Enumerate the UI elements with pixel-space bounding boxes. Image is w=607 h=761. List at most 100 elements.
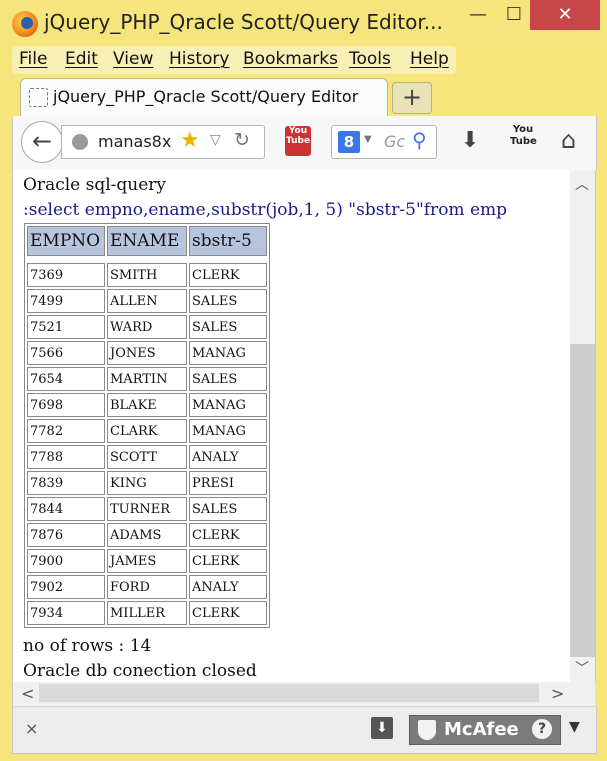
result-table: EMPNO ENAME sbstr-5 7369 SMITH CLERK 7499 AL… — [24, 223, 270, 628]
column-header: sbstr-5 — [189, 226, 267, 256]
search-bar[interactable]: 8 ▼ Gc ⚲ — [331, 125, 437, 159]
vertical-scrollbar[interactable]: ︿ ﹀ — [570, 170, 596, 682]
reload-icon[interactable]: ↻ — [234, 129, 250, 151]
table-row: 7654 MARTIN SALES — [27, 367, 267, 391]
table-cell: ALLEN — [107, 289, 187, 313]
table-row: 7698 BLAKE MANAG — [27, 393, 267, 417]
url-text[interactable]: manas8x — [98, 132, 171, 151]
page-icon — [29, 88, 48, 107]
table-row: 7900 JAMES CLERK — [27, 549, 267, 573]
new-tab-button[interactable]: + — [392, 82, 432, 114]
url-bar[interactable]: manas8x ★ ▽ ↻ — [61, 125, 265, 159]
close-window-button[interactable]: ✕ — [530, 0, 600, 30]
table-cell: 7934 — [27, 601, 105, 625]
menu-tools[interactable]: Tools — [349, 49, 391, 69]
menu-file[interactable]: File — [19, 49, 47, 69]
home-icon[interactable]: ⌂ — [561, 126, 576, 154]
table-cell: MANAG — [189, 419, 267, 443]
menu-bookmarks[interactable]: Bookmarks — [243, 49, 338, 69]
bookmark-star-icon[interactable]: ★ — [180, 128, 200, 153]
table-cell: FORD — [107, 575, 187, 599]
firefox-icon[interactable] — [12, 11, 38, 37]
table-cell: CLARK — [107, 419, 187, 443]
table-row: 7521 WARD SALES — [27, 315, 267, 339]
table-cell: 7900 — [27, 549, 105, 573]
table-cell: MANAG — [189, 341, 267, 365]
download-icon[interactable]: ⬇ — [461, 128, 479, 153]
table-row: 7876 ADAMS CLERK — [27, 523, 267, 547]
table-row: 7566 JONES MANAG — [27, 341, 267, 365]
table-cell: WARD — [107, 315, 187, 339]
table-cell: TURNER — [107, 497, 187, 521]
table-row: 7782 CLARK MANAG — [27, 419, 267, 443]
scroll-down-icon[interactable]: ﹀ — [575, 658, 589, 678]
menu-view[interactable]: View — [113, 49, 153, 69]
table-cell: MANAG — [189, 393, 267, 417]
table-header-row: EMPNO ENAME sbstr-5 — [27, 226, 267, 256]
table-cell: 7782 — [27, 419, 105, 443]
table-cell: BLAKE — [107, 393, 187, 417]
title-bar: jQuery_PHP_Qracle Scott/Query Editor... … — [0, 0, 607, 48]
table-cell: 7839 — [27, 471, 105, 495]
table-row: 7934 MILLER CLERK — [27, 601, 267, 625]
youtube-icon[interactable]: You Tube — [510, 124, 537, 156]
page-content: Oracle sql-query :select empno,ename,sub… — [12, 170, 571, 682]
menu-bar: File Edit View History Bookmarks Tools H… — [12, 46, 456, 74]
google-plus-icon[interactable]: 8 — [338, 131, 360, 153]
table-cell: CLERK — [189, 549, 267, 573]
table-cell: 7876 — [27, 523, 105, 547]
close-addon-bar-icon[interactable]: × — [25, 719, 38, 738]
table-cell: 7788 — [27, 445, 105, 469]
connection-closed-text: Oracle db conection closed — [23, 661, 257, 681]
back-button[interactable]: ← — [21, 121, 63, 163]
tab-title: jQuery_PHP_Qracle Scott/Query Editor — [53, 87, 359, 106]
window-title: jQuery_PHP_Qracle Scott/Query Editor... — [44, 10, 443, 34]
help-icon[interactable]: ? — [532, 719, 552, 739]
table-row: 7499 ALLEN SALES — [27, 289, 267, 313]
scroll-left-icon[interactable]: < — [21, 684, 34, 703]
scrollbar-thumb[interactable] — [570, 344, 595, 657]
scroll-right-icon[interactable]: > — [551, 684, 564, 703]
table-cell: CLERK — [189, 523, 267, 547]
search-input[interactable]: Gc — [384, 132, 405, 151]
scroll-up-icon[interactable]: ︿ — [575, 174, 589, 194]
search-engine-dropdown-icon[interactable]: ▼ — [364, 134, 372, 145]
header-gap — [27, 258, 267, 261]
mcafee-shield-icon — [418, 720, 436, 740]
scrollbar-corner — [570, 682, 595, 706]
table-cell: SALES — [189, 497, 267, 521]
table-cell: CLERK — [189, 263, 267, 287]
horizontal-scrollbar[interactable]: < > — [12, 682, 571, 706]
download-status-icon[interactable]: ⬇ — [371, 717, 393, 739]
menu-history[interactable]: History — [169, 49, 229, 69]
mcafee-button[interactable]: McAfee ? — [409, 715, 561, 745]
dropdown-arrow-icon[interactable]: ▼ — [569, 719, 580, 735]
column-header: ENAME — [107, 226, 187, 256]
row-count-text: no of rows : 14 — [23, 636, 152, 656]
table-cell: CLERK — [189, 601, 267, 625]
table-cell: SALES — [189, 367, 267, 391]
table-cell: SALES — [189, 315, 267, 339]
table-cell: SALES — [189, 289, 267, 313]
youtube-user-icon[interactable]: You Tube — [285, 126, 311, 156]
table-cell: 7654 — [27, 367, 105, 391]
table-cell: 7499 — [27, 289, 105, 313]
hscrollbar-thumb[interactable] — [39, 684, 539, 702]
column-header: EMPNO — [27, 226, 105, 256]
menu-edit[interactable]: Edit — [65, 49, 98, 69]
url-dropdown-icon[interactable]: ▽ — [210, 132, 221, 148]
table-cell: KING — [107, 471, 187, 495]
search-icon[interactable]: ⚲ — [412, 128, 427, 152]
table-cell: ANALY — [189, 575, 267, 599]
menu-help[interactable]: Help — [410, 49, 449, 69]
navigation-bar: ← manas8x ★ ▽ ↻ You Tube 8 ▼ Gc ⚲ ⬇ You … — [12, 116, 597, 170]
table-cell: JONES — [107, 341, 187, 365]
table-cell: 7698 — [27, 393, 105, 417]
table-cell: ADAMS — [107, 523, 187, 547]
table-row: 7839 KING PRESI — [27, 471, 267, 495]
table-cell: SMITH — [107, 263, 187, 287]
table-cell: ANALY — [189, 445, 267, 469]
table-cell: JAMES — [107, 549, 187, 573]
table-row: 7902 FORD ANALY — [27, 575, 267, 599]
tab-active[interactable]: jQuery_PHP_Qracle Scott/Query Editor — [20, 78, 388, 117]
